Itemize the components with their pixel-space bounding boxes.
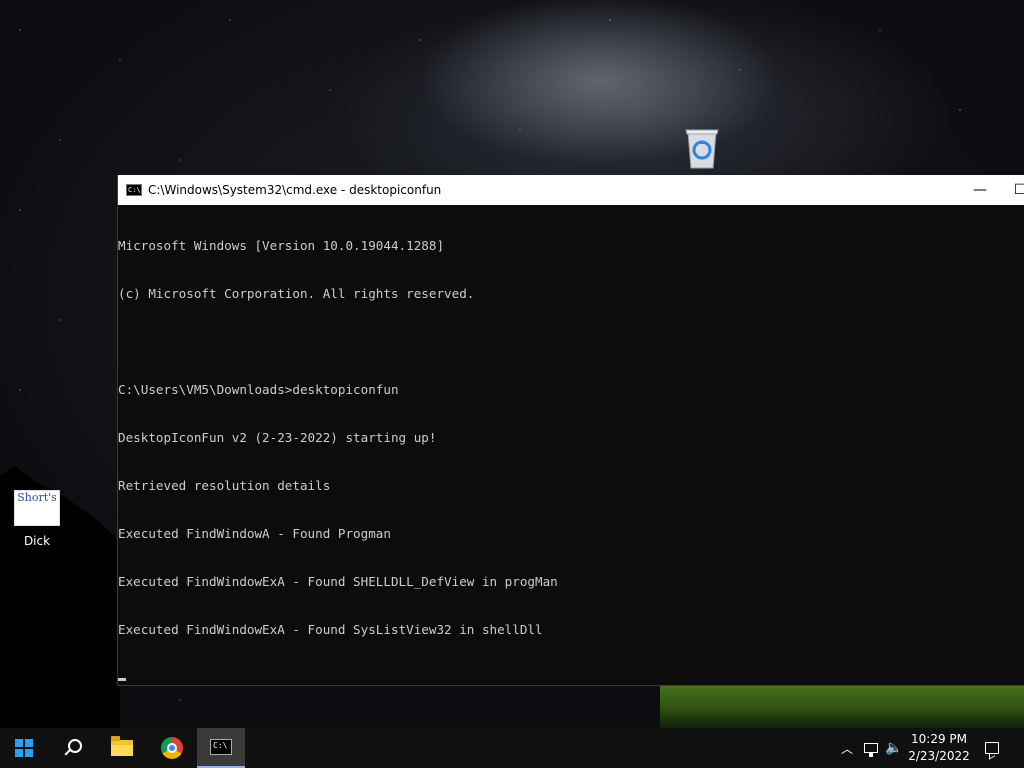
clock-time: 10:29 PM xyxy=(911,732,967,746)
taskbar-cmd[interactable]: C:\ xyxy=(197,728,245,768)
folder-icon xyxy=(111,736,133,756)
console-output[interactable]: Microsoft Windows [Version 10.0.19044.12… xyxy=(118,205,1024,713)
chrome-icon xyxy=(161,737,183,759)
windows-logo-icon xyxy=(15,739,33,757)
console-line: Retrieved resolution details xyxy=(118,478,331,493)
console-line: Microsoft Windows [Version 10.0.19044.12… xyxy=(118,238,445,253)
desktop-icon-label: Dick xyxy=(23,534,51,548)
console-line: Executed FindWindowExA - Found SHELLDLL_… xyxy=(118,574,558,589)
show-hidden-icons-button[interactable]: ︿ xyxy=(838,728,856,768)
console-line: Executed FindWindowExA - Found SysListVi… xyxy=(118,622,543,637)
taskbar-clock[interactable]: 10:29 PM 2/23/2022 xyxy=(906,731,972,765)
taskbar-file-explorer[interactable] xyxy=(98,728,146,768)
cmd-window[interactable]: C:\ C:\Windows\System32\cmd.exe - deskto… xyxy=(117,175,1024,686)
recycle-bin-graphic xyxy=(685,129,719,169)
cmd-window-title: C:\Windows\System32\cmd.exe - desktopico… xyxy=(148,183,442,197)
taskbar-chrome[interactable] xyxy=(148,728,196,768)
dick-thumbnail: Short's xyxy=(14,490,60,526)
search-icon xyxy=(62,738,82,758)
console-line: Executed FindWindowA - Found Progman xyxy=(118,526,391,541)
clock-date: 2/23/2022 xyxy=(908,749,970,763)
notification-icon xyxy=(985,742,999,754)
maximize-button[interactable]: ☐ xyxy=(1005,175,1024,205)
console-line: C:\Users\VM5\Downloads>desktopiconfun xyxy=(118,382,399,397)
console-cursor xyxy=(118,678,126,681)
taskbar: C:\ ︿ 🔈 10:29 PM 2/23/2022 xyxy=(0,728,1024,768)
notification-center-button[interactable] xyxy=(980,728,1004,768)
desktop-icon-dick[interactable]: Short's Dick xyxy=(8,490,66,548)
cmd-icon: C:\ xyxy=(210,739,232,755)
console-line: (c) Microsoft Corporation. All rights re… xyxy=(118,286,475,301)
start-button[interactable] xyxy=(0,728,48,768)
minimize-button[interactable]: — xyxy=(965,175,995,205)
console-line: DesktopIconFun v2 (2-23-2022) starting u… xyxy=(118,430,437,445)
cmd-app-icon: C:\ xyxy=(126,184,142,196)
search-button[interactable] xyxy=(48,728,96,768)
recycle-bin-icon[interactable] xyxy=(682,126,722,170)
network-button[interactable] xyxy=(862,728,880,768)
network-icon xyxy=(864,743,878,757)
volume-button[interactable]: 🔈 xyxy=(884,728,904,768)
cmd-titlebar[interactable]: C:\ C:\Windows\System32\cmd.exe - deskto… xyxy=(118,175,1024,205)
